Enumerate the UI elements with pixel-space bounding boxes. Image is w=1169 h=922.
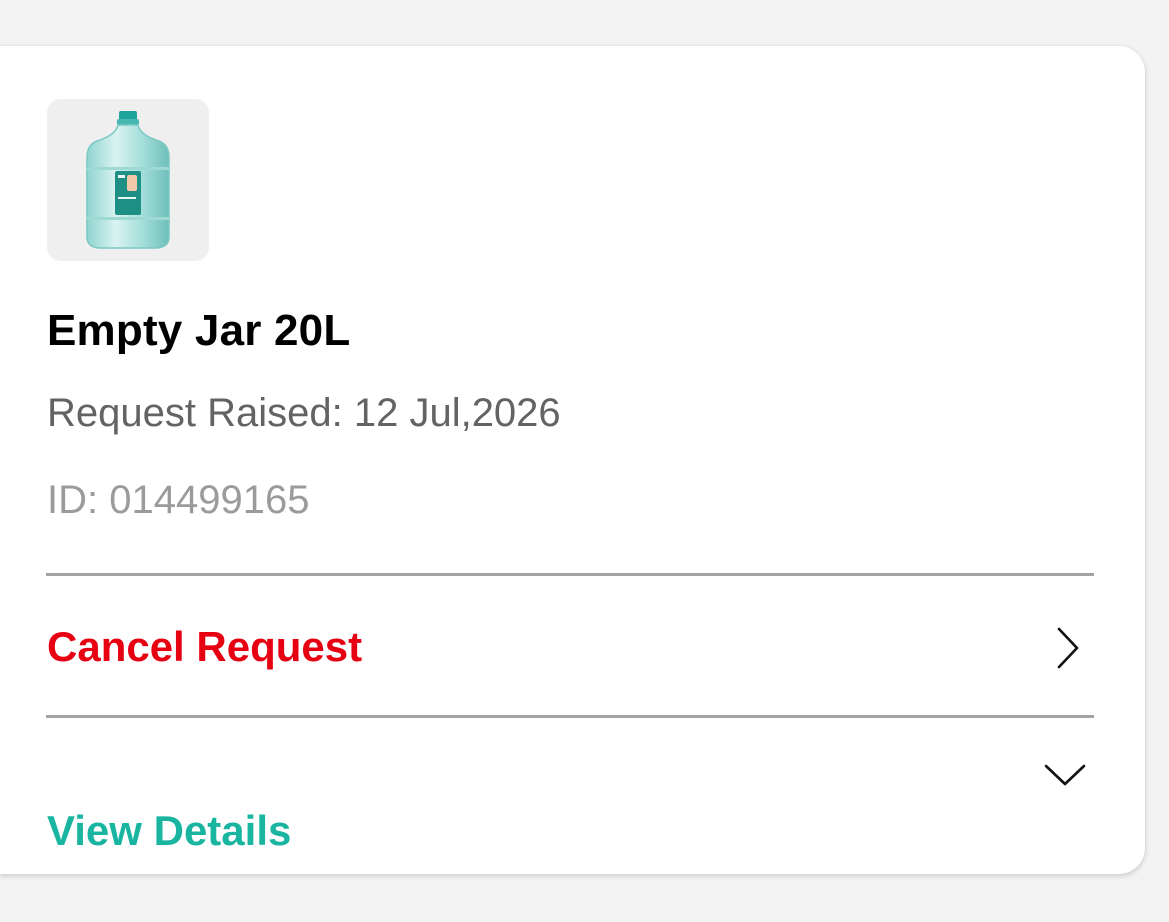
water-jar-icon [86,111,170,249]
product-name: Empty Jar 20L [47,306,351,355]
chevron-right-icon [1057,627,1079,669]
view-details-toggle[interactable]: View Details [46,718,1094,856]
cancel-request-button[interactable]: Cancel Request [46,577,1094,715]
divider [46,573,1094,576]
cancel-request-label: Cancel Request [47,623,363,670]
request-raised-date: Request Raised: 12 Jul,2026 [47,391,561,435]
request-card: Empty Jar 20L Request Raised: 12 Jul,202… [0,46,1145,874]
view-details-label: View Details [47,807,292,854]
chevron-down-icon [1044,764,1086,786]
product-thumbnail [47,99,209,261]
request-id: ID: 014499165 [47,478,310,522]
